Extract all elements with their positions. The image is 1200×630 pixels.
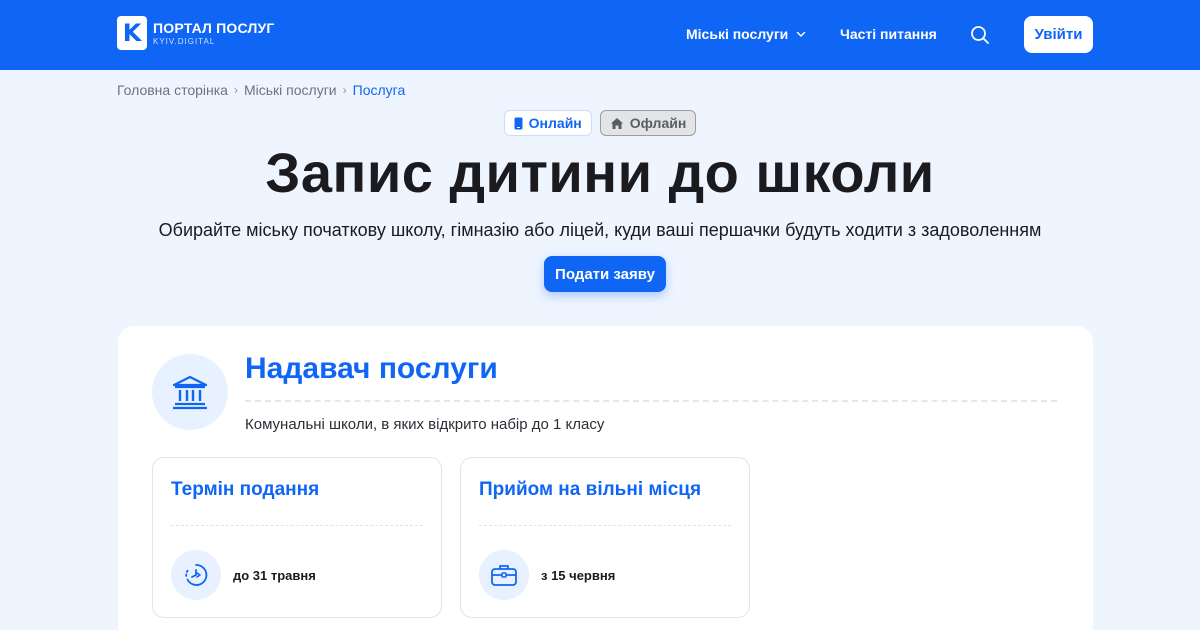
divider xyxy=(479,525,731,526)
deadline-card: Термін подання до 31 травня xyxy=(152,457,442,618)
logo-subtitle: KYIV.DIGITAL xyxy=(153,36,216,46)
deadline-value: до 31 травня xyxy=(233,568,316,583)
breadcrumb: Головна сторінка › Міські послуги › Посл… xyxy=(117,82,405,98)
page-subtitle: Обирайте міську початкову школу, гімназі… xyxy=(158,220,1042,240)
breadcrumb-current: Послуга xyxy=(352,82,406,98)
provider-icon-wrap xyxy=(152,354,228,430)
logo-title: ПОРТАЛ ПОСЛУГ xyxy=(153,19,275,36)
portal-logo[interactable]: K ПОРТАЛ ПОСЛУГ KYIV.DIGITAL xyxy=(117,16,275,50)
deadline-icon-wrap xyxy=(171,550,221,600)
nav-faq-label: Часті питання xyxy=(840,26,937,42)
apply-button[interactable]: Подати заяву xyxy=(544,256,666,292)
chevron-down-icon xyxy=(797,31,806,37)
breadcrumb-home[interactable]: Головна сторінка xyxy=(117,82,228,98)
deadline-icon xyxy=(185,564,208,586)
offline-badge-label: Офлайн xyxy=(629,115,687,131)
service-info-card: Надавач послуги Комунальні школи, в яких… xyxy=(118,326,1093,630)
provider-description: Комунальні школи, в яких відкрито набір … xyxy=(245,416,605,433)
deadline-card-title: Термін подання xyxy=(171,479,320,500)
breadcrumb-separator-icon: › xyxy=(342,83,347,97)
search-icon[interactable] xyxy=(968,23,992,47)
phone-icon xyxy=(514,117,523,129)
divider xyxy=(171,525,423,526)
house-icon xyxy=(610,117,623,129)
institution-building-icon xyxy=(172,375,208,410)
divider xyxy=(245,400,1057,402)
breadcrumb-city-services[interactable]: Міські послуги xyxy=(244,82,337,98)
free-places-card-title: Прийом на вільні місця xyxy=(479,479,702,500)
free-places-value: з 15 червня xyxy=(541,568,616,583)
free-places-card: Прийом на вільні місця з 15 червня xyxy=(460,457,750,618)
logo-mark-icon: K xyxy=(117,16,147,50)
service-mode-badges: Онлайн Офлайн xyxy=(0,110,1200,136)
nav-city-services[interactable]: Міські послуги xyxy=(686,26,806,42)
nav-faq[interactable]: Часті питання xyxy=(840,26,937,42)
page-title: Запис дитини до школи xyxy=(265,141,935,204)
nav-city-services-label: Міські послуги xyxy=(686,26,789,42)
briefcase-icon-wrap xyxy=(479,550,529,600)
provider-title: Надавач послуги xyxy=(245,352,498,385)
online-badge: Онлайн xyxy=(503,110,592,136)
offline-badge: Офлайн xyxy=(599,110,697,136)
online-badge-label: Онлайн xyxy=(528,115,582,131)
login-button[interactable]: Увійти xyxy=(1024,16,1093,53)
briefcase-icon xyxy=(491,565,517,586)
logo-text: ПОРТАЛ ПОСЛУГ KYIV.DIGITAL xyxy=(153,21,275,46)
breadcrumb-separator-icon: › xyxy=(233,83,238,97)
top-header: K ПОРТАЛ ПОСЛУГ KYIV.DIGITAL Міські посл… xyxy=(0,0,1200,70)
